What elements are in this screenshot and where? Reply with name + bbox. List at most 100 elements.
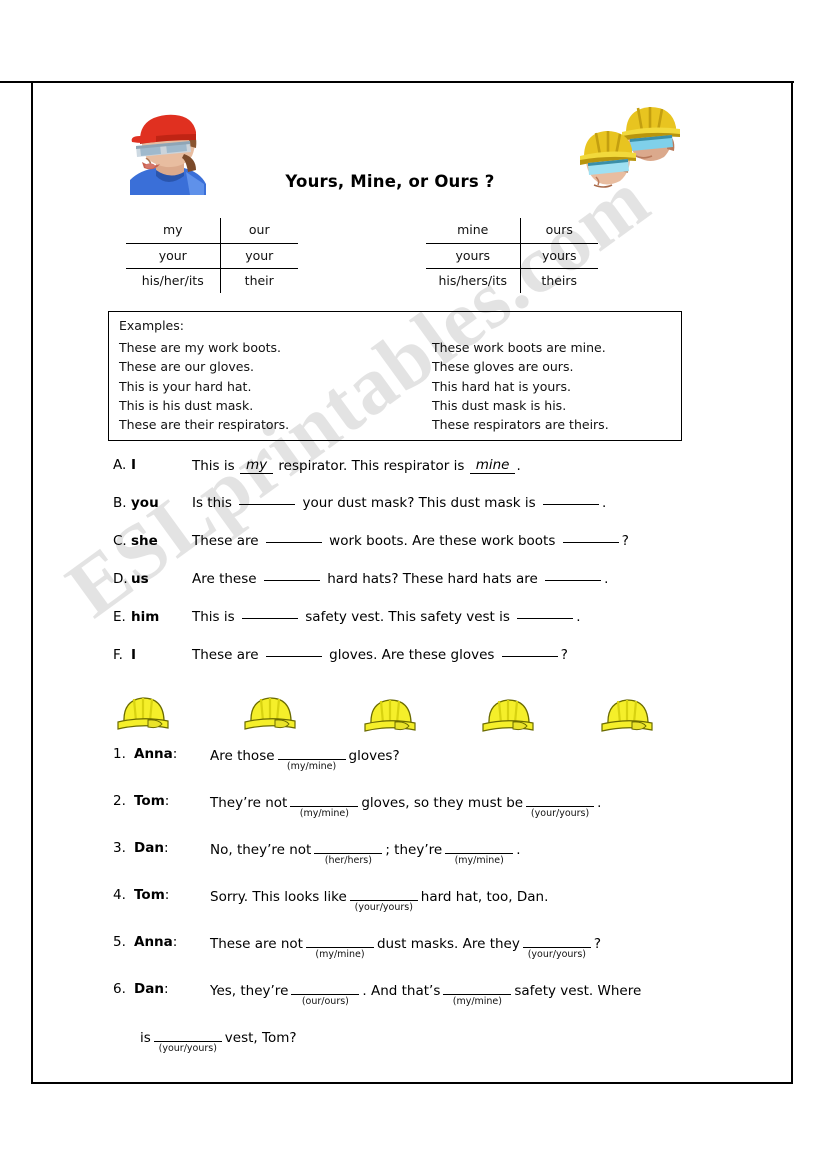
answer-blank-with-hint[interactable]: (your/yours) [526, 793, 595, 819]
blank-hint: (my/mine) [299, 808, 349, 819]
cell-singular: mine [426, 218, 521, 244]
examples-heading: Examples: [119, 318, 184, 333]
page-title: Yours, Mine, or Ours ? [285, 172, 495, 191]
yellow-hard-hat-icon [361, 694, 419, 738]
answer-blank-with-hint[interactable]: (my/mine) [277, 746, 346, 772]
answer-blank-with-hint[interactable]: (your/yours) [349, 887, 418, 913]
examples-box: Examples: These are my work boots. These… [108, 311, 682, 441]
answer-blank[interactable] [265, 542, 322, 543]
item-pronoun: I [131, 647, 137, 663]
cell-singular: his/hers/its [426, 268, 521, 293]
answer-blank-with-hint[interactable]: (my/mine) [445, 840, 514, 866]
answer-blank[interactable] [305, 934, 374, 948]
yellow-hard-hat-icon [241, 692, 299, 736]
answer-blank[interactable] [545, 580, 602, 581]
sentence-pre: This is [192, 458, 235, 474]
sentence-pre: These are not [210, 936, 303, 952]
dialogue-row-6-continuation: is (your/yours) vest, Tom? [0, 1026, 821, 1073]
answer-blank-with-hint[interactable]: (your/yours) [522, 934, 591, 960]
answer-blank[interactable] [526, 793, 595, 807]
answer-blank-with-hint[interactable]: (her/hers) [314, 840, 383, 866]
answer-blank[interactable] [542, 504, 599, 505]
answer-blank[interactable] [290, 793, 359, 807]
example-line: These are our gloves. [119, 359, 254, 375]
blank-hint: (your/yours) [158, 1043, 217, 1054]
speaker-name: Anna: [134, 934, 177, 950]
filled-answer[interactable]: mine [469, 457, 516, 474]
answer-blank-with-hint[interactable]: (my/mine) [290, 793, 359, 819]
item-sentence: This is my respirator. This respirator i… [192, 457, 521, 474]
answer-blank-with-hint[interactable]: (your/yours) [153, 1028, 222, 1054]
examples-column-adjectives: These are my work boots. These are our g… [119, 338, 289, 434]
item-number: 5. [113, 934, 126, 950]
answer-blank[interactable] [277, 746, 346, 760]
item-number: 4. [113, 887, 126, 903]
answer-blank[interactable] [263, 580, 320, 581]
example-line: These gloves are ours. [432, 359, 574, 375]
answer-blank-with-hint[interactable]: (my/mine) [443, 981, 512, 1007]
answer-blank[interactable] [241, 618, 298, 619]
item-sentence: These are gloves. Are these gloves ? [192, 647, 568, 663]
item-sentence: Are these hard hats? These hard hats are… [192, 571, 608, 587]
speaker-label: Dan [134, 981, 164, 997]
exercise-row-f: F. I These are gloves. Are these gloves … [0, 645, 821, 683]
item-number: 2. [113, 793, 126, 809]
answer-blank[interactable] [265, 656, 322, 657]
answer-blank-with-hint[interactable]: (my/mine) [305, 934, 374, 960]
sentence-mid: dust masks. Are they [376, 936, 520, 952]
yellow-hard-hat-icon [479, 694, 537, 738]
blank-hint: (your/yours) [527, 949, 587, 960]
speaker-name: Dan: [134, 840, 169, 856]
letter-exercise-list: A. I This is my respirator. This respira… [0, 455, 821, 683]
speaker-label: Anna [134, 746, 173, 762]
filled-answer[interactable]: my [239, 457, 274, 474]
answer-blank[interactable] [443, 981, 512, 995]
item-number: 1. [113, 746, 126, 762]
speaker-colon: : [164, 887, 170, 903]
example-line: These respirators are theirs. [432, 417, 609, 433]
item-pronoun: she [131, 533, 158, 549]
dialogue-row-2: 2. Tom: They’re not (my/mine) gloves, so t… [0, 791, 821, 838]
cell-plural: our [220, 218, 298, 244]
dialogue-sentence: Are those (my/mine) gloves? [210, 746, 400, 772]
example-line: These are my work boots. [119, 340, 281, 355]
answer-blank[interactable] [562, 542, 619, 543]
cell-singular: your [126, 243, 221, 269]
speaker-label: Dan [134, 840, 164, 856]
answer-blank[interactable] [522, 934, 591, 948]
cell-plural: their [244, 272, 274, 288]
speaker-name: Dan: [134, 981, 169, 997]
answer-blank[interactable] [445, 840, 514, 854]
cell-plural: ours [520, 218, 598, 244]
answer-blank[interactable] [239, 504, 296, 505]
answer-blank[interactable] [291, 981, 360, 995]
answer-blank[interactable] [517, 618, 574, 619]
sentence-mid: your dust mask? This dust mask is [302, 495, 536, 511]
answer-blank[interactable] [153, 1028, 222, 1042]
cell-plural: theirs [541, 272, 578, 288]
cell-plural: yours [520, 243, 598, 269]
answer-blank[interactable] [501, 656, 558, 657]
item-marker: C. [113, 533, 127, 549]
worksheet-content: Yours, Mine, or Ours ? my our your your … [0, 0, 821, 1169]
answer-blank[interactable] [349, 887, 418, 901]
item-number: 3. [113, 840, 126, 856]
exercise-row-d: D. us Are these hard hats? These hard ha… [0, 569, 821, 607]
item-marker: F. [113, 647, 123, 663]
sentence-post: . [597, 795, 602, 811]
item-marker: D. [113, 571, 128, 587]
sentence-pre: These are [192, 647, 259, 663]
answer-blank[interactable] [314, 840, 383, 854]
answer-blank-with-hint[interactable]: (our/ours) [291, 981, 360, 1007]
item-pronoun: him [131, 609, 160, 625]
sentence-post: ? [593, 936, 602, 952]
speaker-label: Anna [134, 934, 173, 950]
blank-hint: (my/mine) [454, 855, 504, 866]
sentence-pre: No, they’re not [210, 842, 312, 858]
sentence-pre: Are these [192, 571, 257, 587]
sentence-pre: Yes, they’re [210, 983, 289, 999]
dialogue-list: 1. Anna: Are those (my/mine) gloves? 2. To… [0, 744, 821, 1073]
dialogue-sentence: is (your/yours) vest, Tom? [140, 1028, 297, 1054]
table-row: his/hers/its theirs [426, 268, 598, 293]
sentence-post: safety vest. Where [514, 983, 642, 999]
